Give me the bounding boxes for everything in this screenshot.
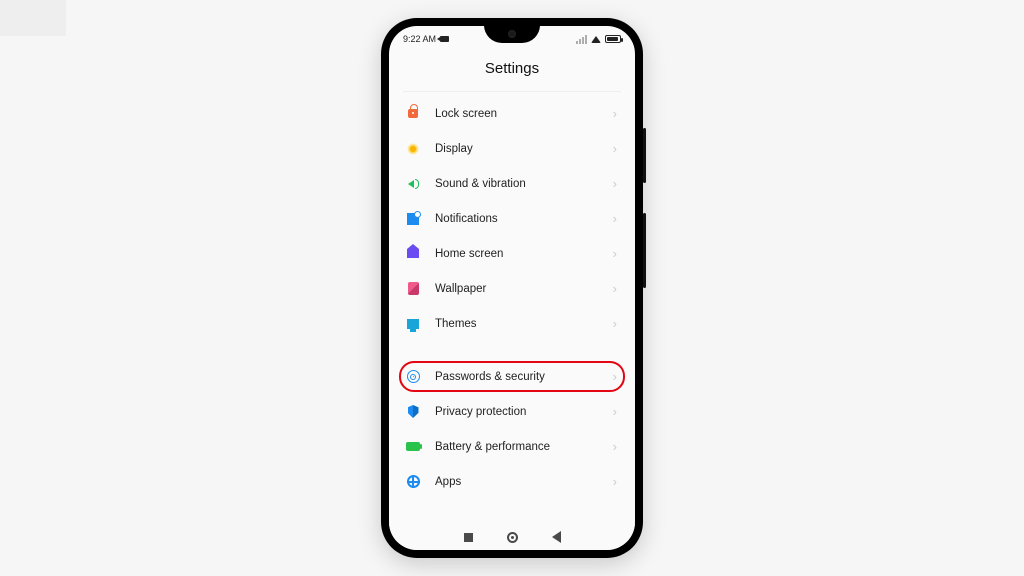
chevron-right-icon: › <box>613 212 617 225</box>
power-button <box>643 213 646 288</box>
brightness-icon <box>405 141 421 157</box>
chevron-right-icon: › <box>613 282 617 295</box>
settings-item-label: Themes <box>435 318 613 330</box>
speaker-icon <box>405 176 421 192</box>
volume-button <box>643 128 646 183</box>
chevron-right-icon: › <box>613 440 617 453</box>
chevron-right-icon: › <box>613 142 617 155</box>
settings-item-lock-screen[interactable]: Lock screen › <box>389 96 635 131</box>
chevron-right-icon: › <box>613 405 617 418</box>
recent-apps-button[interactable] <box>464 533 473 542</box>
settings-item-label: Privacy protection <box>435 406 613 418</box>
battery-icon <box>605 35 621 43</box>
status-time: 9:22 AM <box>403 34 436 44</box>
settings-item-passwords-security[interactable]: Passwords & security › <box>389 359 635 394</box>
fingerprint-icon <box>405 369 421 385</box>
chevron-right-icon: › <box>613 475 617 488</box>
wifi-icon <box>591 36 601 43</box>
settings-item-label: Display <box>435 143 613 155</box>
back-button[interactable] <box>552 531 561 543</box>
themes-icon <box>405 316 421 332</box>
stage: 9:22 AM Settings Lock screen › <box>0 0 1024 576</box>
chevron-right-icon: › <box>613 370 617 383</box>
signal-icon <box>576 35 587 44</box>
settings-item-label: Notifications <box>435 213 613 225</box>
chevron-right-icon: › <box>613 247 617 260</box>
settings-item-label: Lock screen <box>435 108 613 120</box>
decorative-corner <box>0 0 66 36</box>
notification-icon <box>405 211 421 227</box>
lock-icon <box>405 106 421 122</box>
settings-item-notifications[interactable]: Notifications › <box>389 201 635 236</box>
settings-item-home-screen[interactable]: Home screen › <box>389 236 635 271</box>
settings-item-privacy[interactable]: Privacy protection › <box>389 394 635 429</box>
camera-indicator-icon <box>440 36 449 42</box>
chevron-right-icon: › <box>613 317 617 330</box>
home-button[interactable] <box>507 532 518 543</box>
shield-icon <box>405 404 421 420</box>
settings-item-wallpaper[interactable]: Wallpaper › <box>389 271 635 306</box>
phone-frame: 9:22 AM Settings Lock screen › <box>381 18 643 558</box>
settings-item-label: Passwords & security <box>435 371 613 383</box>
section-gap <box>389 341 635 359</box>
wallpaper-icon <box>405 281 421 297</box>
apps-icon <box>405 474 421 490</box>
settings-item-label: Home screen <box>435 248 613 260</box>
home-icon <box>405 246 421 262</box>
settings-item-apps[interactable]: Apps › <box>389 464 635 499</box>
settings-item-label: Apps <box>435 476 613 488</box>
settings-item-themes[interactable]: Themes › <box>389 306 635 341</box>
battery-perf-icon <box>405 439 421 455</box>
settings-list[interactable]: Lock screen › Display › Sound & vibratio… <box>389 92 635 524</box>
settings-item-label: Battery & performance <box>435 441 613 453</box>
settings-item-sound[interactable]: Sound & vibration › <box>389 166 635 201</box>
chevron-right-icon: › <box>613 107 617 120</box>
system-nav-bar <box>389 524 635 550</box>
settings-item-battery[interactable]: Battery & performance › <box>389 429 635 464</box>
settings-item-label: Sound & vibration <box>435 178 613 190</box>
phone-screen: 9:22 AM Settings Lock screen › <box>389 26 635 550</box>
page-title: Settings <box>389 50 635 91</box>
settings-item-display[interactable]: Display › <box>389 131 635 166</box>
settings-item-label: Wallpaper <box>435 283 613 295</box>
chevron-right-icon: › <box>613 177 617 190</box>
